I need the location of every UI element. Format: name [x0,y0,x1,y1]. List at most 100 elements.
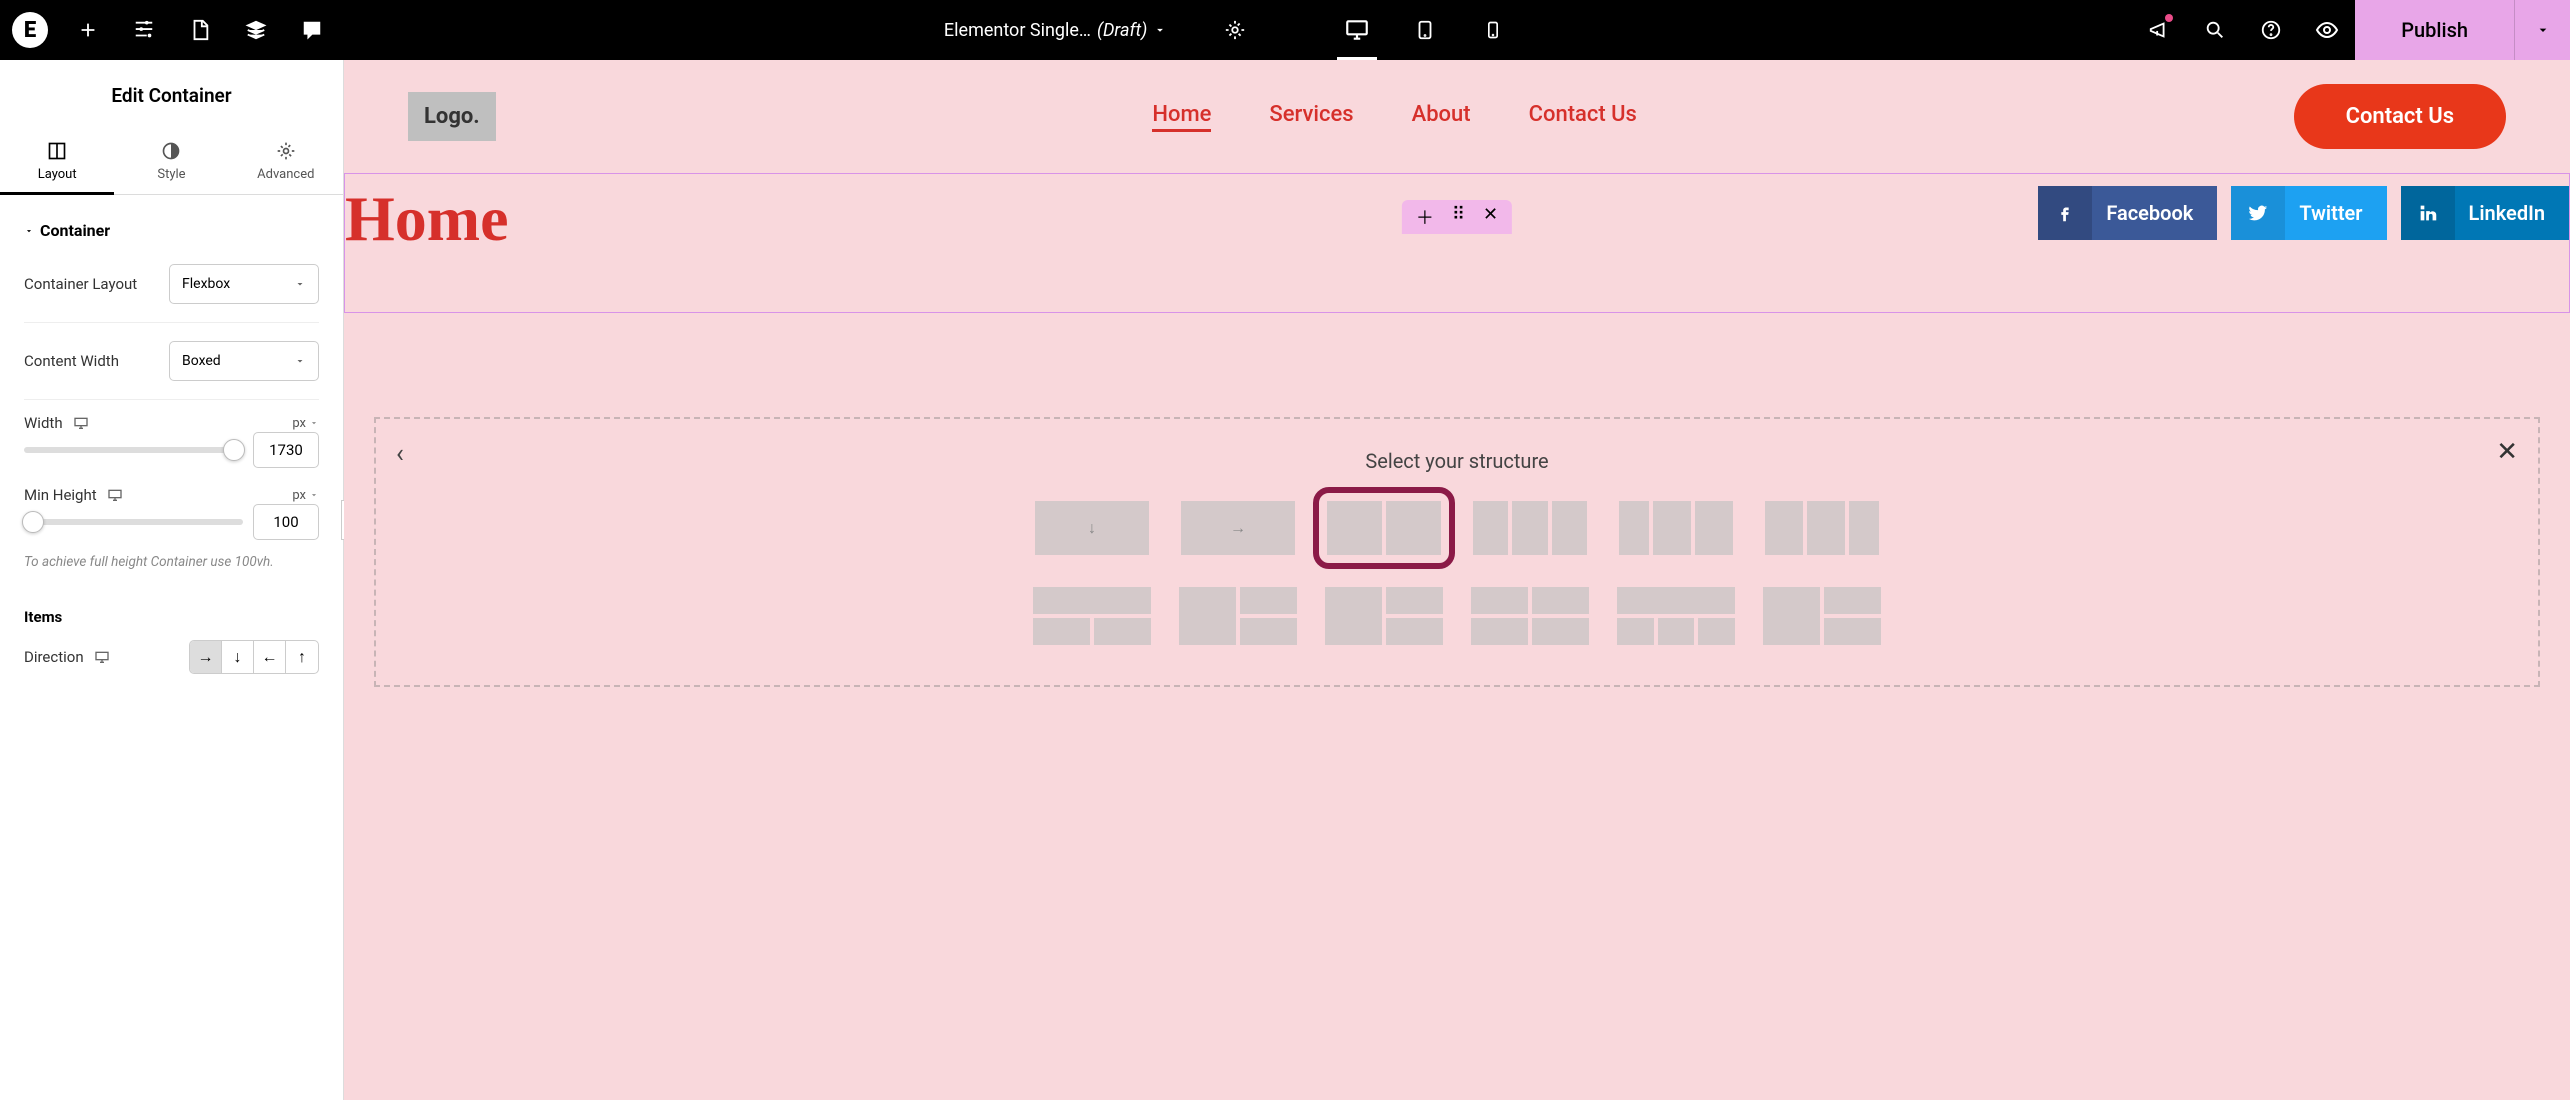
preset-right-stack[interactable] [1325,587,1443,645]
linkedin-icon [2401,186,2455,240]
advanced-icon [276,141,296,161]
container-layout-select[interactable]: Flexbox [169,264,319,304]
items-section-label: Items [24,588,319,640]
direction-label: Direction [24,648,110,666]
linkedin-button[interactable]: LinkedIn [2401,186,2569,240]
topbar-center: Elementor Single… (Draft) [340,0,2131,60]
notification-dot [2165,14,2173,22]
width-unit-select[interactable]: px [292,416,319,431]
width-input[interactable] [253,432,319,468]
slider-thumb[interactable] [223,439,245,461]
desktop-icon[interactable] [94,649,110,665]
tab-layout[interactable]: Layout [0,127,114,194]
panel-body: Container Container Layout Flexbox Conte… [0,195,343,1100]
direction-row-reverse-button[interactable]: ← [254,641,286,673]
site-header: Logo. Home Services About Contact Us Con… [344,60,2570,173]
document-name: Elementor Single… [944,20,1091,41]
desktop-view-button[interactable] [1323,0,1391,60]
min-height-unit-select[interactable]: px [292,488,319,503]
mobile-view-button[interactable] [1459,0,1527,60]
sidebar-title: Edit Container [0,60,343,127]
facebook-button[interactable]: Facebook [2038,186,2217,240]
preset-3col[interactable] [1471,499,1589,557]
min-height-slider[interactable] [24,519,243,525]
contact-cta-button[interactable]: Contact Us [2294,84,2506,149]
editor-sidebar: Edit Container Layout Style Advanced Con… [0,60,344,1100]
preset-left-stack[interactable] [1179,587,1297,645]
social-buttons: Facebook Twitter LinkedIn [2038,186,2569,240]
structure-close-button[interactable]: ✕ [2496,437,2518,467]
structure-picker: ‹ ✕ Select your structure ↓ → [374,417,2540,687]
direction-buttons: → ↓ ← ↑ [189,640,319,674]
preview-button[interactable] [2299,0,2355,60]
content-width-select[interactable]: Boxed [169,341,319,381]
site-logo[interactable]: Logo. [408,92,496,141]
topbar-left: E [0,0,340,60]
chevron-down-icon [294,355,306,367]
preset-2-1[interactable] [1763,499,1881,557]
chevron-down-icon [309,418,319,428]
min-height-input[interactable] [253,504,319,540]
notes-button[interactable] [284,0,340,60]
topbar-right: Publish [2131,0,2570,60]
chevron-down-icon [309,490,319,500]
structure-title: Select your structure [416,449,2498,473]
publish-button[interactable]: Publish [2355,0,2514,60]
finder-search-button[interactable] [2187,0,2243,60]
nav-about[interactable]: About [1412,102,1471,132]
nav-services[interactable]: Services [1269,102,1353,132]
selected-container[interactable]: Home Facebook Twitter LinkedIn [344,173,2570,313]
document-title[interactable]: Elementor Single… (Draft) [944,20,1167,41]
preset-1-over-2[interactable] [1033,587,1151,645]
preset-row-single[interactable]: → [1179,499,1297,557]
direction-column-reverse-button[interactable]: ↑ [286,641,318,673]
style-icon [161,141,181,161]
desktop-icon[interactable] [73,415,89,431]
direction-row-button[interactable]: → [190,641,222,673]
caret-down-icon [24,226,34,236]
preset-1-2[interactable] [1617,499,1735,557]
site-settings-button[interactable] [116,0,172,60]
facebook-icon [2038,186,2092,240]
document-settings-button[interactable] [1207,0,1263,60]
content-width-label: Content Width [24,352,119,370]
topbar: E Elementor Single… (Draft) Publish [0,0,2570,60]
nav-menu: Home Services About Contact Us [536,102,2254,132]
preset-2col[interactable] [1325,499,1443,557]
device-switcher [1323,0,1527,60]
preset-1-3[interactable] [1617,587,1735,645]
tablet-view-button[interactable] [1391,0,1459,60]
elementor-logo[interactable]: E [0,0,60,60]
draft-label: (Draft) [1097,20,1147,41]
slider-thumb[interactable] [22,511,44,533]
publish-options-button[interactable] [2514,0,2570,60]
tab-style[interactable]: Style [114,127,228,194]
width-label: Width [24,414,89,432]
width-slider[interactable] [24,447,243,453]
announcements-button[interactable] [2131,0,2187,60]
add-element-button[interactable] [60,0,116,60]
sidebar-tabs: Layout Style Advanced [0,127,343,195]
twitter-button[interactable]: Twitter [2231,186,2386,240]
layout-icon [47,141,67,161]
desktop-icon[interactable] [107,487,123,503]
preset-mixed[interactable] [1763,587,1881,645]
revisions-button[interactable] [228,0,284,60]
preset-2x2[interactable] [1471,587,1589,645]
help-button[interactable] [2243,0,2299,60]
preset-column-single[interactable]: ↓ [1033,499,1151,557]
structure-back-button[interactable]: ‹ [396,439,404,469]
section-container-head[interactable]: Container [24,195,319,246]
nav-contact[interactable]: Contact Us [1529,102,1637,132]
nav-home[interactable]: Home [1152,102,1211,132]
container-layout-label: Container Layout [24,275,137,293]
chevron-down-icon [294,278,306,290]
canvas[interactable]: Logo. Home Services About Contact Us Con… [344,60,2570,1100]
chevron-down-icon [1153,23,1167,37]
page-settings-button[interactable] [172,0,228,60]
twitter-icon [2231,186,2285,240]
min-height-hint: To achieve full height Container use 100… [24,548,319,588]
tab-advanced[interactable]: Advanced [229,127,343,194]
min-height-label: Min Height [24,486,123,504]
direction-column-button[interactable]: ↓ [222,641,254,673]
